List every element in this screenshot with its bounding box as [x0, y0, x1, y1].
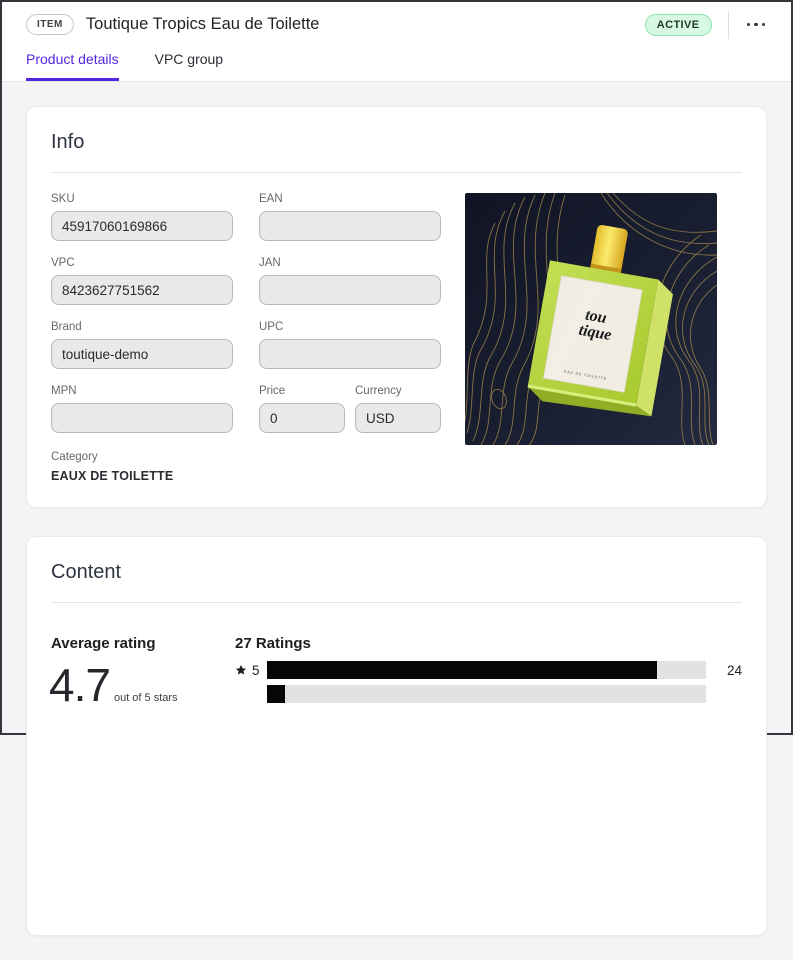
item-type-badge: ITEM [26, 14, 74, 35]
category-value: EAUX DE TOILETTE [51, 469, 441, 483]
rating-bar-fill-partial [267, 685, 285, 703]
mpn-label: MPN [51, 385, 233, 397]
rating-row-5-star: 5 24 [235, 661, 742, 679]
upc-input[interactable] [259, 339, 441, 369]
field-price-currency: Price Currency [259, 385, 441, 433]
content-heading: Content [51, 561, 742, 584]
field-brand: Brand [51, 321, 233, 369]
average-rating-value: 4.7 [49, 662, 110, 708]
info-fields: SKU EAN VPC JAN Brand [51, 193, 441, 483]
field-category: Category EAUX DE TOILETTE [51, 451, 441, 483]
jan-label: JAN [259, 257, 441, 269]
page-title: Toutique Tropics Eau de Toilette [86, 15, 645, 34]
tab-bar: Product details VPC group [26, 51, 767, 81]
jan-input[interactable] [259, 275, 441, 305]
main-content: Info SKU EAN VPC JAN [2, 82, 791, 960]
vpc-input[interactable] [51, 275, 233, 305]
currency-label: Currency [355, 385, 441, 397]
field-upc: UPC [259, 321, 441, 369]
status-badge: ACTIVE [645, 14, 712, 36]
brand-input[interactable] [51, 339, 233, 369]
sku-input[interactable] [51, 211, 233, 241]
product-image: tou tique EAU DE TOILETTE [465, 193, 717, 445]
sku-label: SKU [51, 193, 233, 205]
rating-bar-track [267, 661, 706, 679]
info-heading: Info [51, 131, 742, 154]
star-level-label: 5 [252, 663, 260, 678]
ean-label: EAN [259, 193, 441, 205]
tab-product-details[interactable]: Product details [26, 51, 119, 81]
star-icon [235, 664, 247, 676]
ratings-count-heading: 27 Ratings [235, 635, 742, 652]
average-rating-label: Average rating [51, 635, 235, 652]
field-mpn: MPN [51, 385, 233, 433]
category-label: Category [51, 451, 441, 463]
overflow-menu-icon[interactable] [745, 19, 768, 31]
field-price: Price [259, 385, 345, 433]
field-sku: SKU [51, 193, 233, 241]
info-card: Info SKU EAN VPC JAN [26, 106, 767, 508]
average-rating-block: Average rating 4.7 out of 5 stars [51, 635, 235, 709]
rating-count: 24 [716, 663, 742, 678]
tab-vpc-group[interactable]: VPC group [155, 51, 223, 81]
average-rating-suffix: out of 5 stars [114, 692, 178, 704]
field-vpc: VPC [51, 257, 233, 305]
content-card: Content Average rating 4.7 out of 5 star… [26, 536, 767, 936]
rating-row-partial [235, 685, 742, 703]
mpn-input[interactable] [51, 403, 233, 433]
page-header: ITEM Toutique Tropics Eau de Toilette AC… [2, 2, 791, 82]
price-input[interactable] [259, 403, 345, 433]
info-divider [51, 172, 742, 173]
field-jan: JAN [259, 257, 441, 305]
ratings-block: 27 Ratings 5 24 [235, 635, 742, 709]
vpc-label: VPC [51, 257, 233, 269]
field-ean: EAN [259, 193, 441, 241]
currency-input[interactable] [355, 403, 441, 433]
header-divider [728, 11, 729, 39]
content-divider [51, 602, 742, 603]
field-currency: Currency [355, 385, 441, 433]
rating-bar-track-partial [267, 685, 706, 703]
brand-label: Brand [51, 321, 233, 333]
rating-bar-fill [267, 661, 657, 679]
price-label: Price [259, 385, 345, 397]
upc-label: UPC [259, 321, 441, 333]
ean-input[interactable] [259, 211, 441, 241]
